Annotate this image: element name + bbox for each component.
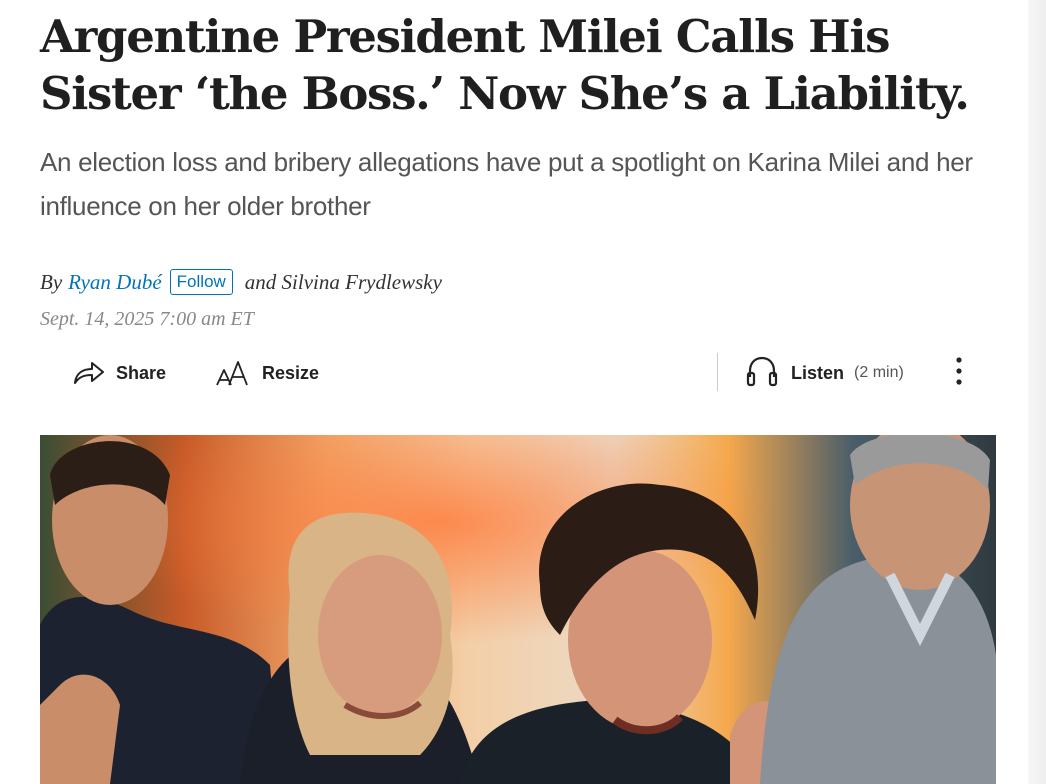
headphones-icon — [745, 355, 779, 392]
article-dek: An election loss and bribery allegations… — [40, 147, 973, 221]
listen-duration: (2 min) — [854, 364, 904, 381]
publish-date: Sept. 14, 2025 7:00 am ET — [40, 308, 254, 330]
article-toolbar: Share Resize — [70, 354, 319, 392]
toolbar-divider — [717, 353, 718, 391]
more-options-button[interactable] — [945, 354, 973, 392]
resize-button[interactable]: Resize — [214, 358, 319, 388]
byline-prefix: By — [40, 269, 63, 294]
byline: By Ryan Dubé Follow and Silvina Frydlews… — [40, 266, 442, 298]
listen-button[interactable]: Listen (2 min) — [745, 354, 904, 392]
resize-label: Resize — [262, 362, 320, 383]
byline-coauthor: and Silvina Frydlewsky — [244, 269, 442, 294]
share-arrow-icon — [70, 359, 106, 387]
share-button[interactable]: Share — [70, 359, 166, 387]
hero-photo — [40, 435, 996, 784]
page-scroll-edge — [1028, 0, 1046, 784]
vertical-ellipsis-icon — [955, 356, 963, 391]
share-label: Share — [116, 362, 167, 383]
follow-author-button[interactable]: Follow — [169, 269, 233, 295]
author-link-ryan-dube[interactable]: Ryan Dubé — [68, 270, 162, 295]
listen-label: Listen — [791, 362, 845, 383]
text-resize-icon — [214, 358, 252, 388]
article-headline: Argentine President Milei Calls His Sist… — [40, 10, 970, 120]
